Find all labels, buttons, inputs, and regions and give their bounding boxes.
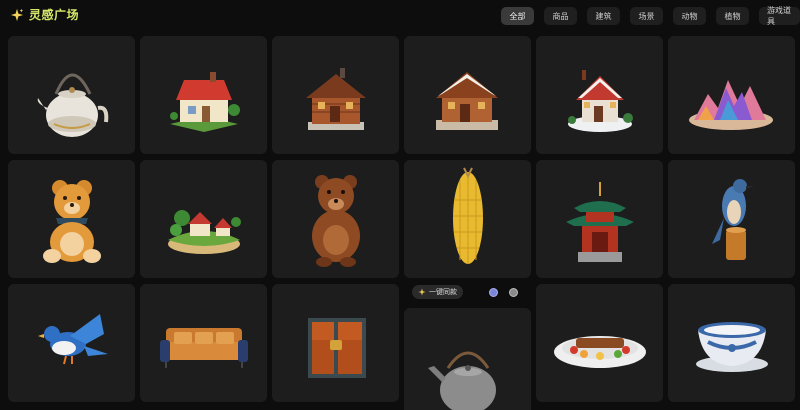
snow-chalet-image (568, 70, 633, 132)
tab-scenes[interactable]: 场景 (630, 7, 663, 25)
corn-card-actions: 一键同款 (412, 282, 531, 302)
corn-image (453, 167, 483, 264)
chinese-pavilion-image (566, 182, 634, 262)
tab-animals[interactable]: 动物 (673, 7, 706, 25)
tab-game-props[interactable]: 游戏道具 (759, 6, 800, 26)
teapot-image (37, 73, 109, 137)
tab-plants[interactable]: 植物 (716, 7, 749, 25)
card-snowy-log-cabin[interactable] (404, 36, 531, 154)
card-kettle[interactable] (404, 308, 531, 410)
log-cabin-image (306, 68, 366, 130)
page-title: 灵感广场 (29, 8, 80, 22)
variant-swatch-blue[interactable] (489, 288, 498, 297)
food-platter-image (554, 336, 646, 368)
sofa-image (160, 328, 248, 368)
bird-on-stump-image (712, 179, 754, 260)
card-porcelain-bowl[interactable] (668, 284, 795, 402)
variant-swatch-gray[interactable] (509, 288, 518, 297)
brown-bear-image (312, 175, 360, 267)
card-chinese-pavilion[interactable] (536, 160, 663, 278)
teddy-bear-image (43, 180, 101, 263)
app-logo: 灵感广场 (10, 6, 79, 23)
card-food-platter[interactable] (536, 284, 663, 402)
card-treasure-chest[interactable] (272, 284, 399, 402)
generate-similar-label: 一键同款 (429, 288, 457, 296)
generate-similar-button[interactable]: 一键同款 (412, 285, 463, 299)
tab-products[interactable]: 商品 (544, 7, 577, 25)
gallery-grid (8, 36, 800, 410)
snowy-cabin-image (436, 72, 498, 130)
card-brown-bear[interactable] (272, 160, 399, 278)
card-teddy-bear[interactable] (8, 160, 135, 278)
village-island-image (168, 210, 241, 254)
blue-bird-image (38, 314, 108, 365)
card-corn[interactable] (404, 160, 531, 278)
treasure-chest-image (308, 318, 366, 378)
cottage-image (170, 72, 240, 132)
porcelain-bowl-image (696, 322, 768, 372)
crystal-island-image (689, 80, 773, 130)
category-tabs: 全部 商品 建筑 场景 动物 植物 游戏道具 (501, 6, 800, 26)
card-sofa[interactable] (140, 284, 267, 402)
card-snow-chalet[interactable] (536, 36, 663, 154)
sparkle-icon (418, 288, 426, 296)
tab-all[interactable]: 全部 (501, 7, 534, 25)
card-blue-bird[interactable] (8, 284, 135, 402)
sparkle-icon (10, 8, 24, 21)
header: 灵感广场 全部 商品 建筑 场景 动物 植物 游戏道具 (0, 0, 800, 34)
card-village-island[interactable] (140, 160, 267, 278)
card-teapot[interactable] (8, 36, 135, 154)
tab-architecture[interactable]: 建筑 (587, 7, 620, 25)
card-crystal-island[interactable] (668, 36, 795, 154)
card-log-cabin[interactable] (272, 36, 399, 154)
kettle-image (428, 351, 496, 410)
card-red-roof-cottage[interactable] (140, 36, 267, 154)
card-blue-bird-on-stump[interactable] (668, 160, 795, 278)
